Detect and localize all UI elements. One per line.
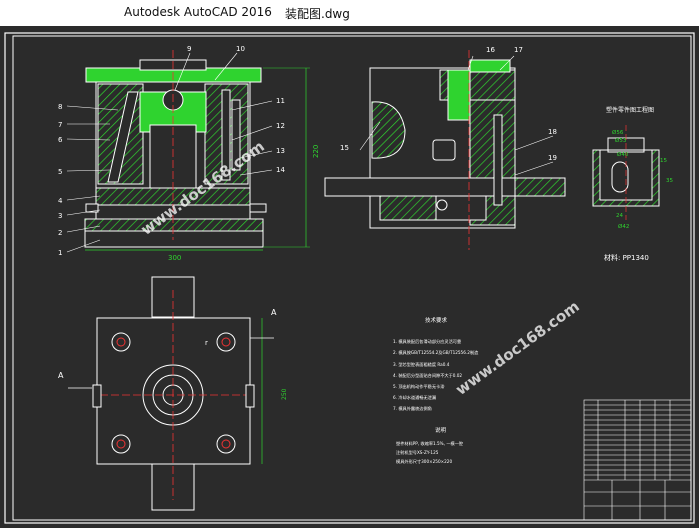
- dim-plan: 250: [281, 388, 288, 400]
- part-label-12: 12: [276, 122, 285, 130]
- section-mark-left: A: [58, 371, 64, 380]
- part-drawing[interactable]: 塑件零件图工程图 Ø56 Ø53 Ø40 15 35 24 Ø42 材料: PP…: [592, 106, 673, 262]
- part-label-6: 6: [58, 136, 63, 144]
- part-label-1: 1: [58, 249, 62, 257]
- part-label-11: 11: [276, 97, 285, 105]
- tech-line-6: 6. 冷却水道通畅无泄漏: [393, 394, 436, 401]
- part-title: 塑件零件图工程图: [606, 106, 654, 114]
- dim-35: 35: [666, 178, 673, 184]
- app-title: Autodesk AutoCAD 2016: [124, 5, 272, 19]
- material-label: 材料: PP1340: [604, 253, 649, 262]
- watermark-bottom: www.doc168.com: [452, 297, 582, 399]
- tech-line-4: 4. 装配后分型面贴合间隙不大于0.02: [393, 372, 462, 379]
- note-line-1: 塑件材料PP, 收缩率1.5%, 一模一腔: [396, 440, 463, 447]
- tech-line-3: 3. 型芯型腔表面粗糙度 Ra0.4: [393, 361, 450, 368]
- file-name: 装配图.dwg: [285, 7, 350, 21]
- side-label-17: 17: [514, 46, 523, 54]
- side-view[interactable]: 16 17 15 18 19: [324, 46, 566, 250]
- part-label-14: 14: [276, 166, 285, 174]
- title-block[interactable]: [583, 399, 692, 521]
- part-label-8: 8: [58, 103, 62, 111]
- part-label-9: 9: [187, 45, 191, 53]
- tech-line-1: 1. 模具装配后各滑动部分应灵活可靠: [393, 338, 461, 345]
- note-title: 说明: [435, 426, 447, 434]
- part-label-2: 2: [58, 229, 62, 237]
- section-mark-top: A: [271, 308, 277, 317]
- dim-d42: Ø42: [618, 223, 629, 230]
- note-line-2: 注射机型号XS-ZY-125: [396, 449, 439, 456]
- drawing-svg[interactable]: 8 7 6 5 4 3 2 1 9 10 11 12 13 14 300 220: [0, 26, 699, 528]
- part-label-10: 10: [236, 45, 245, 53]
- part-label-7: 7: [58, 121, 62, 129]
- tech-title: 技术要求: [425, 316, 448, 324]
- dim-24: 24: [616, 213, 623, 219]
- title-bar: Autodesk AutoCAD 2016 装配图.dwg: [0, 0, 699, 26]
- plan-view[interactable]: A A r 250: [58, 276, 288, 511]
- side-label-18: 18: [548, 128, 557, 136]
- dim-height: 220: [312, 145, 320, 158]
- side-label-15: 15: [340, 144, 349, 152]
- front-view[interactable]: 8 7 6 5 4 3 2 1 9 10 11 12 13 14 300 220: [58, 45, 320, 262]
- tech-line-7: 7. 模具外露棱边倒角: [393, 405, 432, 412]
- part-label-13: 13: [276, 147, 285, 155]
- note-line-3: 模具外形尺寸300×250×220: [396, 458, 452, 465]
- tech-line-2: 2. 模具按GB/T12554.2及GB/T12556.2制造: [393, 349, 479, 356]
- part-label-5: 5: [58, 168, 62, 176]
- part-label-4: 4: [58, 197, 63, 205]
- drawing-canvas[interactable]: 8 7 6 5 4 3 2 1 9 10 11 12 13 14 300 220: [0, 26, 699, 528]
- dim-d40: Ø40: [617, 151, 629, 158]
- gate-mark: r: [205, 339, 208, 347]
- dim-d56: Ø56: [612, 129, 624, 136]
- dim-15: 15: [660, 158, 667, 164]
- dim-width: 300: [168, 254, 181, 262]
- dim-d53: Ø53: [615, 137, 627, 144]
- side-label-19: 19: [548, 154, 557, 162]
- side-label-16: 16: [486, 46, 495, 54]
- part-label-3: 3: [58, 212, 62, 220]
- tech-line-5: 5. 顶出机构动作平稳无卡滞: [393, 383, 444, 390]
